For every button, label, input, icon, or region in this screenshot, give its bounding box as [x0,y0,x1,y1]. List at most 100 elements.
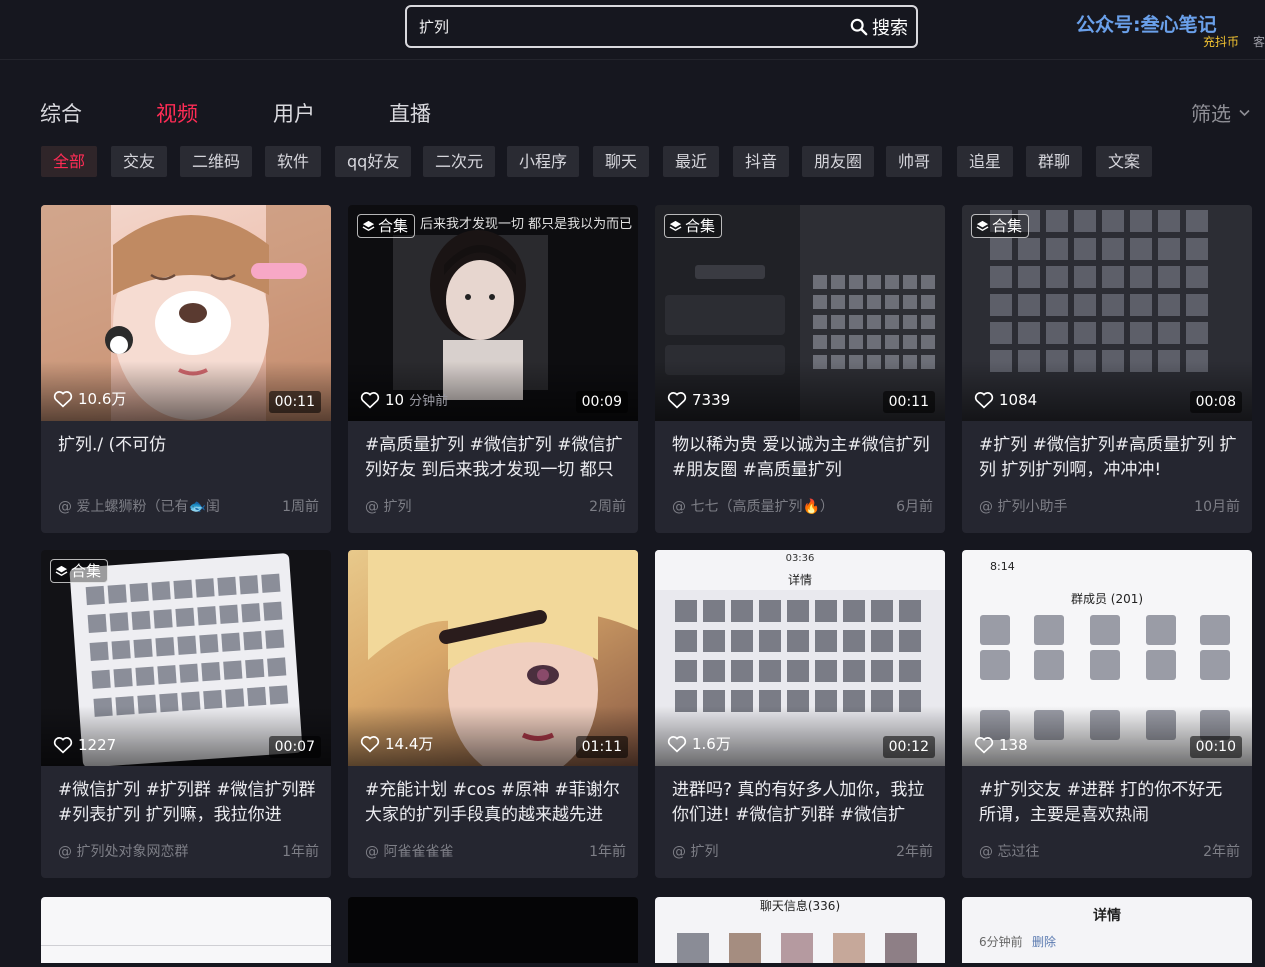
avatar [833,933,865,963]
author-name[interactable]: @ 扩列 [672,841,862,861]
author-name[interactable]: @ 阿雀雀雀雀 [365,841,555,861]
chip-recent[interactable]: 最近 [663,146,720,177]
phone-time-text: 6分钟前 [979,935,1023,949]
video-thumbnail: 合集 1227 00:07 [41,550,331,766]
video-card[interactable]: 合集 1084 00:08 #扩列 #微信扩列#高质量扩列 扩列 扩列扩列啊，冲… [962,205,1252,533]
phone-status-time: 8:14 [990,560,1015,573]
chip-anime[interactable]: 二次元 [423,146,496,177]
chip-copywriting[interactable]: 文案 [1096,146,1153,177]
duration-badge: 00:08 [1189,391,1242,413]
chip-all[interactable]: 全部 [41,146,98,177]
recharge-coin-link[interactable]: 充抖币 [1203,33,1239,50]
video-card-partial[interactable] [348,897,638,967]
video-card[interactable]: 合集 后来我才发现一切 都只是我以为而已 10 分钟前 00:09 #高质量扩列… [348,205,638,533]
duration-badge: 00:09 [575,391,628,413]
chevron-down-icon [1239,109,1250,116]
layers-icon [669,220,682,231]
page-bottom-edge [0,963,1265,967]
chip-chat[interactable]: 聊天 [593,146,650,177]
duration-badge: 00:11 [882,391,935,413]
heart-icon [360,735,380,752]
collection-badge: 合集 [971,214,1030,238]
chip-handsome[interactable]: 帅哥 [886,146,943,177]
chip-qq-friends[interactable]: qq好友 [335,146,412,177]
tab-user[interactable]: 用户 [273,98,315,128]
like-count: 1084 [974,391,1037,409]
collection-badge: 合集 [357,214,416,238]
heart-icon [53,737,73,754]
like-count-text: 138 [999,736,1028,754]
like-count: 10 分钟前 [360,390,448,409]
chip-idol[interactable]: 追星 [957,146,1014,177]
video-card-partial[interactable] [41,897,331,967]
chip-moments[interactable]: 朋友圈 [802,146,875,177]
video-card[interactable]: 合集 1227 00:07 #微信扩列 #扩列群 #微信扩列群 #列表扩列 扩列… [41,550,331,878]
phone-status-time: 03:36 [785,553,815,564]
video-card-partial[interactable]: 聊天信息(336) [655,897,945,967]
search-button-label: 搜索 [872,18,908,39]
duration-badge: 00:10 [1189,736,1242,758]
chip-qrcode[interactable]: 二维码 [180,146,253,177]
layers-icon [976,220,989,231]
chip-mini-program[interactable]: 小程序 [507,146,580,177]
video-title: #高质量扩列 #微信扩列 #微信扩列好友 到后来我才发现一切 都只是... [365,435,623,480]
video-card[interactable]: 8:14 群成员 (201) 138 00:10 #扩列交友 #进群 打的你不好… [962,550,1252,878]
filter-label: 筛选 [1191,102,1231,126]
phone-screen-title: 群成员 (201) [1070,592,1144,606]
author-name[interactable]: @ 扩列处对象网恋群 [58,841,248,861]
video-thumbnail: 合集 1084 00:08 [962,205,1252,421]
phone-screen-title: 详情 [787,573,812,587]
author-name[interactable]: @ 扩列小助手 [979,496,1169,516]
heart-icon [360,391,380,408]
tab-live[interactable]: 直播 [389,98,431,128]
chip-group-chat[interactable]: 群聊 [1026,146,1083,177]
video-card[interactable]: 03:36 详情 1.6万 00:12 进群吗? 真的有好多人加你，我拉你们进!… [655,550,945,878]
video-title: 进群吗? 真的有好多人加你，我拉你们进! #微信扩列群 #微信扩列... [672,780,925,825]
video-card[interactable]: 14.4万 01:11 #充能计划 #cos #原神 #菲谢尔 大家的扩列手段真… [348,550,638,878]
collection-badge: 合集 [664,214,723,238]
video-thumbnail: 14.4万 01:11 [348,550,638,766]
duration-badge: 01:11 [575,736,628,758]
author-name[interactable]: @ 忘过往 [979,841,1169,861]
heart-icon [974,392,994,409]
heart-icon [667,392,687,409]
video-card-partial[interactable]: 详情 6分钟前 删除 [962,897,1252,967]
like-count-text: 10.6万 [78,390,127,408]
video-title: #扩列 #微信扩列#高质量扩列 扩列 扩列扩列啊，冲冲冲! [979,435,1237,480]
video-card[interactable]: 合集 7339 00:11 物以稀为贵 爱以诚为主#微信扩列 #朋友圈 #高质量… [655,205,945,533]
author-name[interactable]: @ 扩列 [365,496,555,516]
heart-icon [53,390,73,407]
like-count-text: 7339 [692,391,731,409]
video-title: #扩列交友 #进群 打的你不好无所谓，主要是喜欢热闹 @DOU+小... [979,780,1223,825]
like-count-text: 1084 [999,391,1038,409]
chip-software[interactable]: 软件 [265,146,322,177]
tab-video[interactable]: 视频 [156,98,198,128]
chip-douyin[interactable]: 抖音 [733,146,790,177]
author-name[interactable]: @ 七七（高质量扩列🔥） [672,496,862,516]
search-button[interactable]: 搜索 [850,15,908,39]
post-time: 1年前 [589,844,626,860]
video-thumbnail: 合集 7339 00:11 [655,205,945,421]
tab-all[interactable]: 综合 [40,98,82,128]
divider [41,945,331,946]
like-count-text: 14.4万 [385,735,434,753]
video-thumbnail: 10.6万 00:11 [41,205,331,421]
video-card[interactable]: 10.6万 00:11 扩列./ (不可仿 @ 爱上螺狮粉（已有🐟闺 1周前 [41,205,331,533]
filter-button[interactable]: 筛选 [1191,98,1250,127]
author-name[interactable]: @ 爱上螺狮粉（已有🐟闺 [58,496,248,516]
chip-friends[interactable]: 交友 [111,146,168,177]
phone-screen-title: 详情 [1093,908,1121,924]
search-input[interactable] [419,7,839,46]
collection-label: 合集 [378,217,409,235]
like-count-text: 10 [385,390,405,409]
video-thumbnail: 8:14 群成员 (201) 138 00:10 [962,550,1252,766]
like-count: 1.6万 [667,733,731,754]
avatar [781,933,813,963]
like-count: 7339 [667,391,730,409]
collection-label: 合集 [992,217,1023,235]
video-thumbnail: 合集 后来我才发现一切 都只是我以为而已 10 分钟前 00:09 [348,205,638,421]
heart-icon [667,735,687,752]
collection-badge: 合集 [50,559,109,583]
customer-link[interactable]: 客 [1253,33,1265,50]
post-time: 6月前 [896,499,933,515]
